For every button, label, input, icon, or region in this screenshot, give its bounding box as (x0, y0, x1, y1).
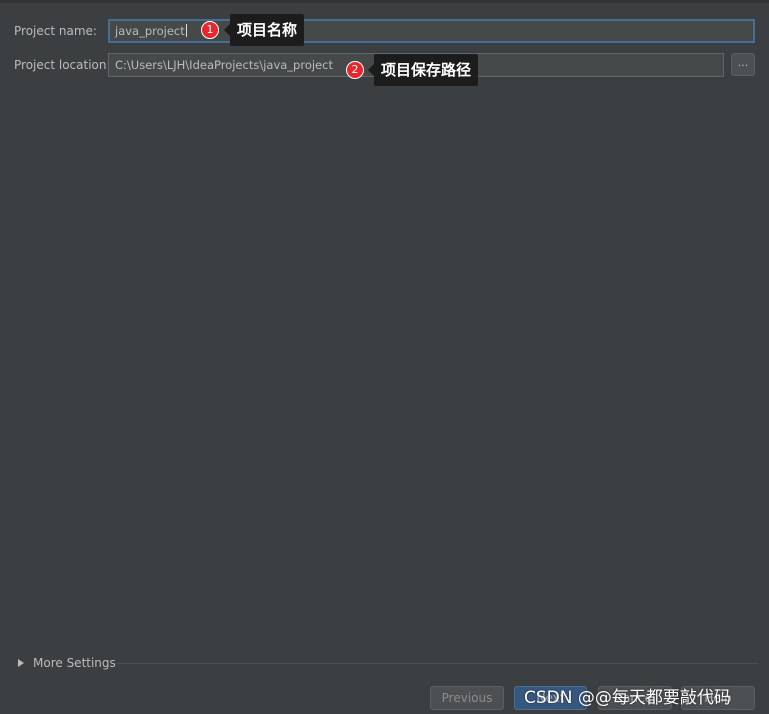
annotation-badge-1: 1 (201, 21, 219, 39)
project-name-value: java_project (115, 24, 185, 38)
project-location-value: C:\Users\LJH\IdeaProjects\java_project (115, 58, 333, 72)
annotation-callout-2: 项目保存路径 (367, 54, 479, 86)
dialog-top-edge (0, 0, 769, 3)
project-name-label: Project name: (14, 24, 97, 38)
annotation-callout-1: 项目名称 (223, 14, 305, 46)
browse-button[interactable]: ... (731, 53, 755, 76)
text-caret (185, 24, 187, 37)
settings-divider (115, 663, 758, 664)
annotation-badge-2: 2 (346, 61, 364, 79)
more-settings-label: More Settings (33, 656, 116, 670)
previous-button[interactable]: Previous (430, 686, 504, 710)
project-location-label: Project location: (14, 58, 111, 72)
csdn-watermark: CSDN @@每天都要敲代码 (524, 688, 731, 708)
more-settings-toggle[interactable]: More Settings (18, 654, 116, 672)
expand-triangle-icon (18, 659, 24, 667)
